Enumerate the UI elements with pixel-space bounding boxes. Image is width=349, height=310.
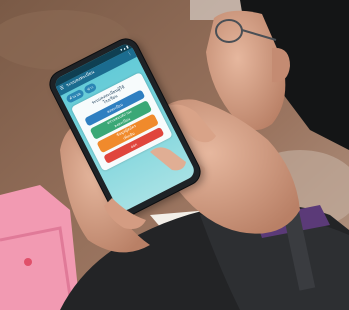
- right-index-fingertip: [150, 147, 186, 171]
- foreground-fingers: [104, 147, 186, 229]
- photo-scene: ▾ ▴ ▮ ☰ ระบบลงทะเบียน ⋮ คำนวณ ข่าว ระบบล…: [0, 0, 349, 310]
- left-fingers: [104, 198, 146, 229]
